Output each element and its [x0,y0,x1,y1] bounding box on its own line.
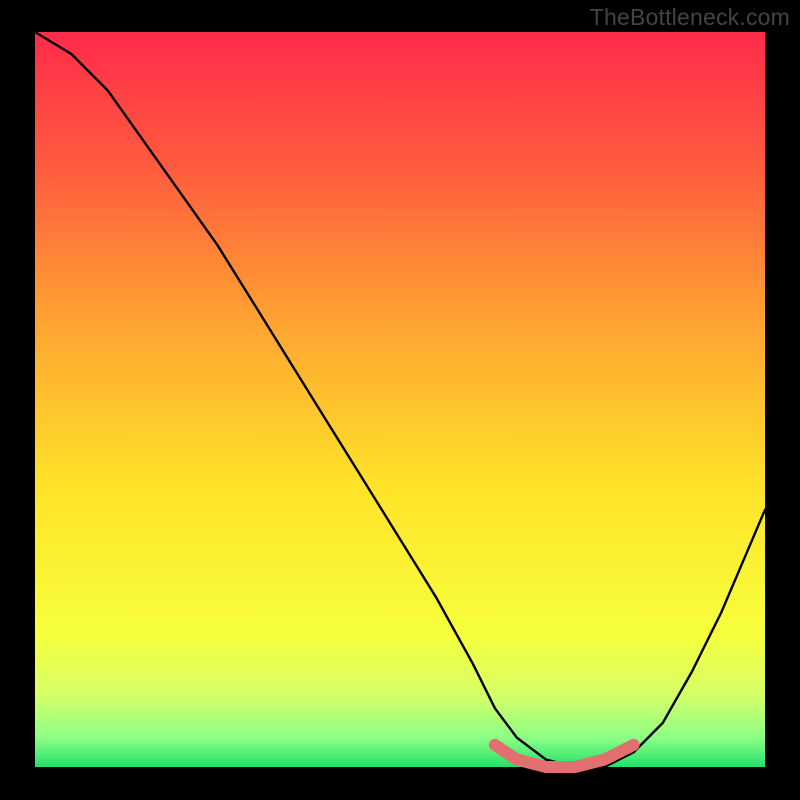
watermark-text: TheBottleneck.com [590,4,790,31]
chart-svg [0,0,800,800]
chart-frame: TheBottleneck.com [0,0,800,800]
